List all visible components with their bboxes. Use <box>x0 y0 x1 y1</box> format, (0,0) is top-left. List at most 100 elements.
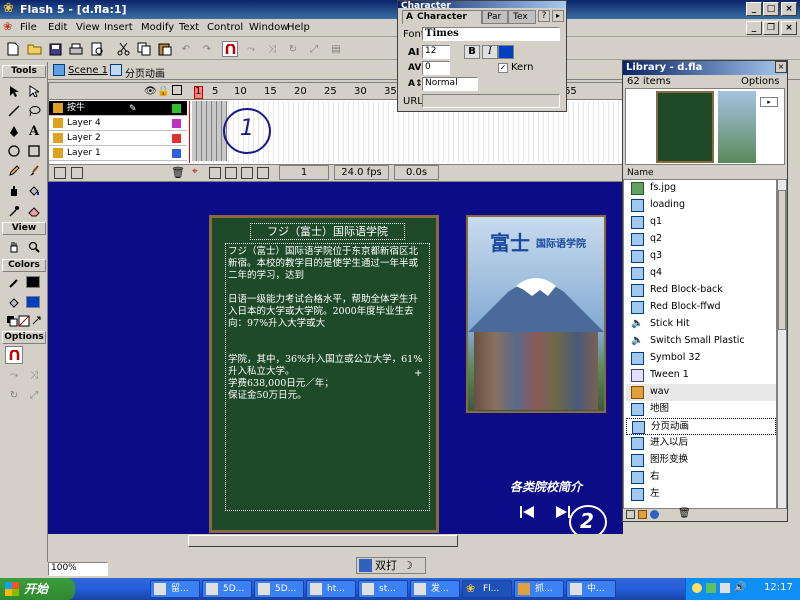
font-size-input[interactable]: 12 <box>422 45 450 59</box>
redo-icon[interactable]: ↷ <box>199 41 215 57</box>
taskbar-item[interactable]: 留... <box>150 580 200 598</box>
library-item[interactable]: 进入以后 <box>626 435 776 452</box>
doc-restore-button[interactable]: ❐ <box>763 21 779 35</box>
library-item[interactable]: 左 <box>626 486 776 503</box>
tray-icon[interactable] <box>720 583 730 593</box>
delete-layer-icon[interactable]: 🗑 <box>171 166 185 179</box>
url-input[interactable] <box>422 94 560 108</box>
rotate-option-icon[interactable]: ↻ <box>5 386 23 404</box>
new-symbol-icon[interactable] <box>626 510 635 519</box>
menu-insert[interactable]: Insert <box>104 22 133 33</box>
smooth-option-icon[interactable]: ⤳ <box>5 366 23 384</box>
library-item[interactable]: Symbol 32 <box>626 350 776 367</box>
library-item[interactable]: loading <box>626 197 776 214</box>
zoom-tool-icon[interactable] <box>25 238 43 256</box>
menu-modify[interactable]: Modify <box>141 22 174 33</box>
previous-button-icon[interactable] <box>520 506 534 518</box>
library-options-button[interactable]: Options <box>741 76 780 87</box>
outline-icon[interactable] <box>172 85 182 95</box>
fill-color-swatch[interactable] <box>26 296 40 308</box>
tab-paragraph[interactable]: Par <box>482 10 508 24</box>
paste-icon[interactable] <box>157 41 173 57</box>
new-file-icon[interactable] <box>5 41 21 57</box>
taskbar-item-active[interactable]: ❀ Fl... <box>462 580 512 598</box>
library-close-button[interactable]: × <box>775 61 787 73</box>
baseline-select[interactable]: Normal <box>422 77 478 91</box>
layer-row-selected[interactable]: 按牛 ✎ <box>49 101 187 116</box>
library-item[interactable]: q4 <box>626 265 776 282</box>
text-tool-icon[interactable]: A <box>25 122 43 140</box>
align-icon[interactable]: ▤ <box>328 41 344 57</box>
straighten-option-icon[interactable]: ⤨ <box>25 366 43 384</box>
delete-item-icon[interactable]: 🗑 <box>678 508 691 519</box>
pen-tool-icon[interactable] <box>5 122 23 140</box>
tab-character[interactable]: A Character <box>402 10 482 24</box>
library-item[interactable]: q1 <box>626 214 776 231</box>
print-preview-icon[interactable] <box>89 41 105 57</box>
current-symbol-label[interactable]: 分页动画 <box>125 65 165 80</box>
zoom-select[interactable]: 100% <box>48 562 108 576</box>
onion-skin-icon[interactable] <box>209 167 221 179</box>
library-item[interactable]: 🔈 Stick Hit <box>626 316 776 333</box>
eyedropper-tool-icon[interactable] <box>5 202 23 220</box>
library-item[interactable]: fs.jpg <box>626 180 776 197</box>
minimize-button[interactable]: _ <box>746 2 762 16</box>
swap-colors-icon[interactable] <box>28 312 46 330</box>
pencil-tool-icon[interactable] <box>5 162 23 180</box>
center-frame-icon[interactable]: ⌖ <box>192 166 198 177</box>
start-button[interactable]: 开始 <box>0 578 75 600</box>
maximize-button[interactable]: □ <box>763 2 779 16</box>
stroke-color-swatch[interactable] <box>26 276 40 288</box>
scale-option-icon[interactable]: ⤢ <box>25 386 43 404</box>
open-folder-icon[interactable] <box>26 41 42 57</box>
library-item[interactable]: q3 <box>626 248 776 265</box>
scene-link[interactable]: Scene 1 <box>68 65 108 76</box>
library-item[interactable]: 🔈 Switch Small Plastic <box>626 333 776 350</box>
library-scrollbar[interactable] <box>777 179 787 509</box>
tracking-input[interactable]: 0 <box>422 61 450 75</box>
rotate-icon[interactable]: ↻ <box>285 41 301 57</box>
ime-toolbar[interactable]: 双打 ☽ <box>356 557 426 574</box>
italic-button[interactable]: I <box>482 45 498 59</box>
hand-tool-icon[interactable] <box>5 238 23 256</box>
volume-icon[interactable]: 🔊 <box>734 582 746 593</box>
line-tool-icon[interactable] <box>5 102 23 120</box>
lasso-tool-icon[interactable] <box>25 102 43 120</box>
subselect-tool-icon[interactable] <box>25 82 43 100</box>
kern-checkbox[interactable]: ✓ <box>498 63 508 73</box>
taskbar-item[interactable]: st... <box>358 580 408 598</box>
help-icon[interactable]: ? <box>538 10 550 22</box>
tray-icon[interactable] <box>692 583 702 593</box>
text-color-swatch[interactable] <box>498 45 514 59</box>
font-select[interactable]: Times <box>422 27 560 41</box>
add-guide-layer-icon[interactable] <box>71 167 83 179</box>
straighten-icon[interactable]: ⤨ <box>264 41 280 57</box>
scroll-thumb[interactable] <box>188 535 458 547</box>
oval-tool-icon[interactable] <box>5 142 23 160</box>
modify-onion-markers-icon[interactable] <box>257 167 269 179</box>
menu-edit[interactable]: Edit <box>48 22 67 33</box>
library-item[interactable]: 地图 <box>626 401 776 418</box>
taskbar-item[interactable]: ht... <box>306 580 356 598</box>
onion-outline-icon[interactable] <box>225 167 237 179</box>
copy-icon[interactable] <box>136 41 152 57</box>
panel-menu-icon[interactable]: ▸ <box>552 10 564 22</box>
menu-window[interactable]: Window <box>249 22 288 33</box>
smooth-icon[interactable]: ⤳ <box>243 41 259 57</box>
edit-multiple-frames-icon[interactable] <box>241 167 253 179</box>
layer-row[interactable]: Layer 1 <box>49 146 187 161</box>
library-item[interactable]: 图形变换 <box>626 452 776 469</box>
doc-close-button[interactable]: × <box>781 21 797 35</box>
library-item[interactable]: Tween 1 <box>626 367 776 384</box>
library-item[interactable]: Red Block-ffwd <box>626 299 776 316</box>
undo-icon[interactable]: ↶ <box>178 41 194 57</box>
layer-row[interactable]: Layer 2 <box>49 131 187 146</box>
school-info-board[interactable]: フジ（富士）国际语学院 フジ（富士）国际语学院位于东京都新宿区北新宿。本校的教学… <box>209 215 439 533</box>
taskbar-item[interactable]: 中... <box>566 580 616 598</box>
taskbar-item[interactable]: 抓... <box>514 580 564 598</box>
scale-icon[interactable]: ⤢ <box>306 41 322 57</box>
library-column-name[interactable]: Name <box>627 168 654 178</box>
arrow-tool-icon[interactable] <box>5 82 23 100</box>
preview-play-icon[interactable]: ▸ <box>760 97 778 107</box>
stage[interactable]: フジ（富士）国际语学院 フジ（富士）国际语学院位于东京都新宿区北新宿。本校的教学… <box>48 182 623 539</box>
